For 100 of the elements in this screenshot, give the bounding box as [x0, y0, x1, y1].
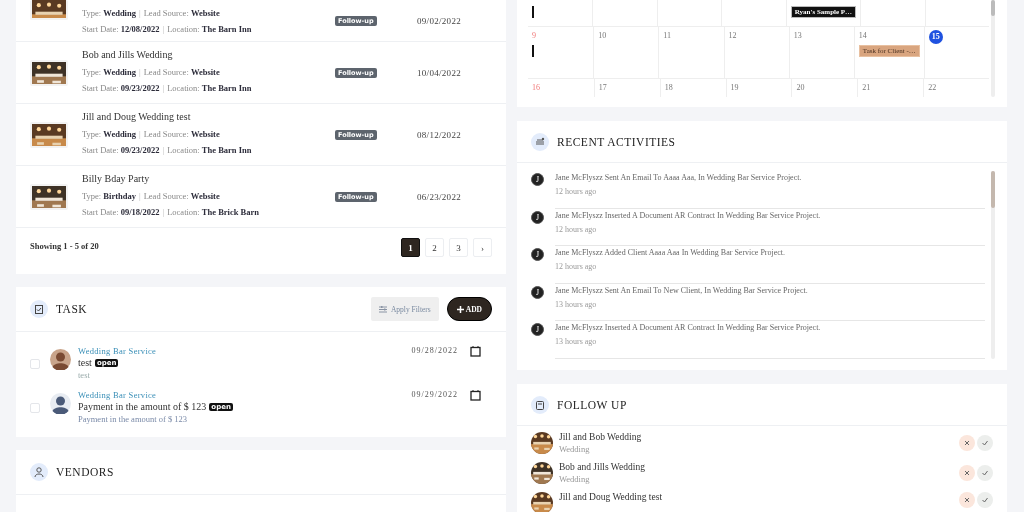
separator: | [162, 145, 165, 155]
dismiss-button[interactable] [959, 492, 975, 508]
dismiss-button[interactable] [959, 435, 975, 451]
user-avatar: J [531, 248, 544, 261]
day-number: 16 [532, 82, 540, 94]
event-date: 06/23/2022 [417, 191, 462, 202]
dismiss-button[interactable] [959, 465, 975, 481]
follow-up-title: Jill and Doug Wedding test [559, 492, 664, 502]
event-location: Location: The Brick Barn [167, 207, 259, 217]
separator: | [162, 207, 165, 217]
event-date: 08/12/2022 [417, 129, 462, 140]
activity-time: 13 hours ago [555, 337, 598, 346]
activity-text: Jane McFlyszz Inserted A Document AR Contract In Wedding Bar Service Project. [555, 323, 822, 332]
start-date: Start Date: 09/18/2022 [82, 207, 160, 217]
activity-text: Jane McFlyszz Added Client Aaaa Aaa In Wedding Bar Service Project. [555, 248, 787, 257]
lead-source: Lead Source: Website [143, 191, 220, 201]
page-button[interactable]: 1 [401, 238, 420, 257]
activity-text: Jane McFlyszz Sent An Email To Aaaa Aaa, In Wedding Bar Service Project. [555, 173, 803, 182]
section-title: VENDORS [56, 466, 114, 478]
day-number: 21 [862, 82, 871, 94]
filter-icon [378, 305, 387, 313]
check-icon [982, 440, 988, 446]
day-number: 17 [598, 82, 607, 94]
event-title: Billy Bday Party [82, 173, 151, 184]
plus-icon [456, 305, 464, 313]
event-location: Location: The Barn Inn [167, 83, 252, 93]
separator: | [138, 129, 141, 139]
event-location: Location: The Barn Inn [167, 23, 252, 34]
results-summary: Showing 1 - 5 of 20 [30, 241, 99, 253]
project-link[interactable]: Wedding Bar Service [78, 346, 412, 356]
lead-source: Lead Source: Website [143, 129, 220, 139]
event-marker[interactable] [532, 45, 534, 57]
check-icon [982, 470, 988, 476]
start-date: Start Date: 09/23/2022 [82, 83, 160, 93]
day-number: 10 [598, 30, 607, 42]
start-date: Start Date: 09/23/2022 [82, 145, 160, 155]
day-number: 11 [663, 30, 672, 42]
event-location: Location: The Barn Inn [167, 145, 252, 155]
event-type: Type: Wedding [82, 129, 136, 139]
activity-time: 12 hours ago [555, 262, 598, 271]
check-icon [982, 497, 988, 503]
clipboard-icon [30, 300, 48, 318]
day-number: 22 [928, 82, 937, 94]
event-date: 10/04/2022 [417, 67, 462, 78]
separator: | [138, 67, 141, 77]
day-number: 13 [793, 30, 802, 42]
event-title: Jill and Doug Wedding test [82, 111, 192, 122]
follow-up-type: Wedding [559, 444, 591, 454]
page-button[interactable]: 3 [449, 238, 468, 257]
activity-time: 12 hours ago [555, 224, 598, 234]
follow-up-title: Bob and Jills Wedding [559, 462, 646, 472]
page-button[interactable]: 2 [425, 238, 444, 257]
separator: | [138, 191, 141, 201]
activity-text: Jane McFlyszz Sent An Email To New Client, In Wedding Bar Service Project. [555, 285, 809, 295]
event-type: Type: Wedding [82, 7, 136, 18]
task-date: 09/29/2022 [411, 390, 458, 399]
activity-time: 13 hours ago [555, 299, 598, 309]
close-icon [964, 470, 970, 476]
lead-source: Lead Source: Website [143, 7, 220, 18]
section-title: RECENT ACTIVITIES [557, 135, 676, 148]
close-icon [964, 497, 970, 503]
separator: | [162, 23, 165, 34]
day-number: 9 [532, 30, 536, 42]
checkbox[interactable] [30, 359, 40, 369]
activity-time: 12 hours ago [555, 187, 598, 196]
task-date: 09/28/2022 [411, 346, 458, 355]
close-icon [964, 440, 970, 446]
section-title: FOLLOW UP [557, 398, 627, 411]
event-type: Type: Birthday [82, 191, 136, 201]
activity-text: Jane McFlyszz Inserted A Document AR Contract In Wedding Bar Service Project. [555, 210, 822, 220]
user-avatar: J [531, 285, 544, 299]
user-avatar: J [531, 210, 544, 224]
task-note: Payment in the amount of $ 123 [78, 414, 189, 424]
lead-source: Lead Source: Website [143, 67, 220, 77]
project-link[interactable]: Wedding Bar Service [78, 390, 412, 400]
task-title: test [78, 357, 92, 368]
calendar-icon [531, 395, 549, 414]
page-button[interactable]: › [473, 238, 492, 257]
avatar-icon [50, 393, 71, 414]
user-avatar: J [531, 173, 544, 186]
person-icon [30, 463, 48, 481]
calendar-icon [470, 346, 481, 357]
day-number: 20 [796, 82, 805, 94]
event-marker[interactable] [532, 6, 534, 18]
calendar-icon [470, 390, 481, 401]
separator: | [162, 83, 165, 93]
day-number: 14 [858, 30, 867, 42]
avatar-icon [50, 349, 71, 370]
day-number: 18 [664, 82, 673, 94]
day-number: 15 [928, 30, 943, 44]
day-number: 12 [728, 30, 737, 42]
task-note: test [78, 370, 91, 380]
user-avatar: J [531, 323, 544, 336]
separator: | [138, 7, 141, 18]
checkbox[interactable] [30, 403, 40, 413]
follow-up-title: Jill and Bob Wedding [559, 432, 643, 442]
task-title: Payment in the amount of $ 123 [78, 401, 207, 412]
day-number: 19 [730, 82, 739, 94]
event-title: Bob and Jills Wedding [82, 49, 174, 60]
event-date: 09/02/2022 [417, 15, 462, 26]
